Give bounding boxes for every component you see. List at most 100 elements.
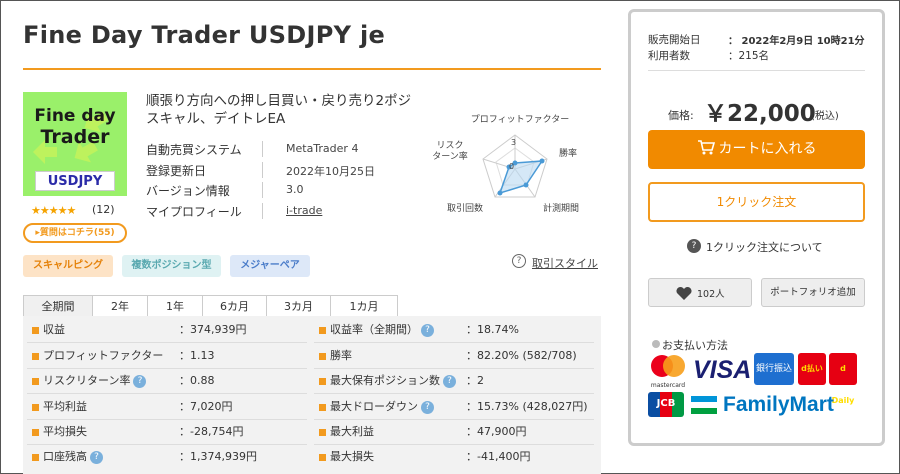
heart-icon: [676, 286, 692, 300]
tag-multi-position[interactable]: 複数ポジション型: [122, 255, 221, 277]
one-click-about-link[interactable]: 1クリック注文について: [706, 239, 823, 255]
info-separator: [262, 182, 263, 198]
stat-label-text: 収益: [43, 323, 65, 336]
stat-value: ：2: [466, 374, 484, 387]
row-divider: [27, 342, 307, 343]
add-to-cart-button[interactable]: カートに入れる: [648, 130, 865, 169]
info-label-version: バージョン情報: [146, 184, 230, 198]
stat-label: 口座残高?: [43, 448, 103, 466]
stat-value: ：-28,754円: [179, 425, 244, 438]
info-separator: [262, 162, 263, 178]
radar-point: [497, 190, 503, 196]
stat-label-text: 平均損失: [43, 425, 87, 438]
row-bullet-icon: [32, 454, 39, 461]
tag-major-pair[interactable]: メジャーペア: [230, 255, 310, 277]
info-value-system: MetaTrader 4: [286, 142, 359, 155]
stat-label: 最大損失: [330, 448, 374, 466]
help-icon[interactable]: ?: [421, 400, 434, 414]
jcb-logo: JCB: [648, 392, 684, 417]
info-separator: [262, 203, 263, 219]
price-label: 価格:: [668, 109, 694, 122]
cart-icon: [697, 140, 715, 155]
help-icon[interactable]: ?: [90, 450, 103, 464]
tab-1y[interactable]: 1年: [147, 295, 203, 317]
stat-label: 勝率: [330, 347, 352, 365]
row-bullet-icon: [32, 378, 39, 385]
risk-style-link[interactable]: 取引スタイル: [532, 255, 598, 271]
row-divider: [27, 368, 307, 369]
row-divider: [314, 419, 594, 420]
mastercard-icon: [651, 355, 685, 377]
info-label-updated: 登録更新日: [146, 164, 207, 178]
stat-value: ：-41,400円: [466, 450, 531, 463]
row-divider: [27, 393, 307, 394]
rating-count[interactable]: (12): [92, 203, 115, 216]
jcb-text: JCB: [656, 398, 676, 409]
stat-value: ：82.20% (582/708): [466, 349, 577, 362]
row-bullet-icon: [32, 404, 39, 411]
radar-point: [539, 158, 545, 164]
stat-label: 平均損失: [43, 423, 87, 441]
help-icon[interactable]: ?: [421, 323, 434, 337]
tab-1m[interactable]: 1カ月: [330, 295, 398, 317]
release-label: 販売開始日: [648, 34, 701, 46]
help-icon[interactable]: ?: [443, 374, 456, 388]
stat-value: ：7,020円: [179, 400, 233, 413]
stat-value: ：47,900円: [466, 425, 527, 438]
tab-all[interactable]: 全期間: [23, 295, 93, 318]
radar-chart: プロフィットファクター 勝率 計測期間 取引回数 リスク ターン率 3 0: [425, 109, 601, 221]
tab-3m[interactable]: 3カ月: [266, 295, 331, 317]
row-divider: [314, 342, 594, 343]
help-icon[interactable]: ?: [133, 374, 147, 388]
stat-value: ：0.88: [179, 374, 215, 387]
question-icon: ?: [687, 239, 701, 253]
info-value-version: 3.0: [286, 183, 304, 196]
title-underline: [23, 68, 601, 70]
one-click-order-button[interactable]: 1クリック注文: [648, 182, 865, 222]
stat-label-text: 収益率（全期間）: [330, 323, 418, 336]
tab-6m[interactable]: 6カ月: [202, 295, 267, 317]
catchcopy: 順張り方向への押し目買い・戻り売り2ポジスキャル、デイトレEA: [146, 93, 412, 127]
page-title: Fine Day Trader USDJPY je: [23, 21, 386, 49]
stat-label: 最大利益: [330, 423, 374, 441]
stat-label-text: 勝率: [330, 349, 352, 362]
info-value-updated: 2022年10月25日: [286, 165, 375, 178]
stat-label-text: 最大ドローダウン: [330, 400, 418, 413]
logo-line2: Trader: [40, 126, 110, 148]
row-divider: [314, 444, 594, 445]
row-bullet-icon: [319, 454, 326, 461]
favorite-count: 102人: [697, 289, 725, 300]
stat-value: ：15.73% (428,027円): [466, 400, 588, 413]
logo-badge: USDJPY: [35, 171, 115, 191]
row-divider: [27, 444, 307, 445]
radar-label-winrate: 勝率: [559, 149, 578, 159]
rating-stars: ★★★★★: [31, 204, 76, 217]
mastercard-logo: mastercard: [648, 354, 688, 389]
row-divider: [314, 368, 594, 369]
stat-label-text: 最大保有ポジション数: [330, 374, 440, 387]
row-bullet-icon: [319, 353, 326, 360]
bullet-icon: [652, 340, 660, 348]
tag-scalping[interactable]: スキャルピング: [23, 255, 113, 277]
row-bullet-icon: [319, 404, 326, 411]
users-value: ：215名: [728, 50, 770, 62]
row-divider: [27, 419, 307, 420]
visa-logo: VISA: [693, 356, 752, 384]
tab-2y[interactable]: 2年: [92, 295, 148, 317]
stat-value: ：1.13: [179, 349, 215, 362]
radar-label-pf: プロフィットファクター: [470, 115, 570, 125]
add-portfolio-button[interactable]: ポートフォリオ追加: [761, 278, 865, 307]
row-divider: [314, 393, 594, 394]
stat-label: リスクリターン率?: [43, 372, 147, 390]
profile-link[interactable]: i-trade: [286, 204, 322, 217]
row-bullet-icon: [32, 429, 39, 436]
stat-label-text: リスクリターン率: [43, 374, 131, 387]
stat-label: 最大ドローダウン?: [330, 398, 434, 416]
radar-scale-max: 3: [511, 138, 517, 147]
stat-label: 最大保有ポジション数?: [330, 372, 456, 390]
familymart-logo: FamilyMart: [723, 393, 834, 416]
row-bullet-icon: [32, 327, 39, 334]
d-barai-logo: d払い: [798, 353, 826, 385]
stat-label-text: 口座残高: [43, 450, 87, 463]
qa-button[interactable]: ▸質問はコチラ(55): [23, 223, 127, 243]
